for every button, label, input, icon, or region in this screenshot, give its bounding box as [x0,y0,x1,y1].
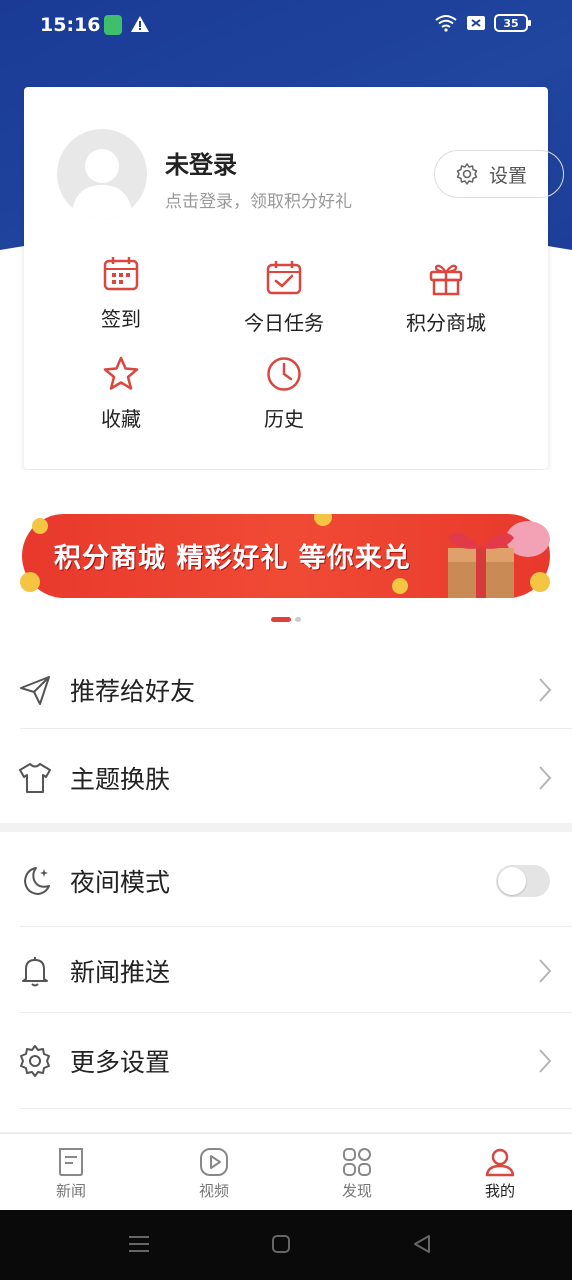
clock-icon [267,357,301,391]
app-notification-icon [104,15,122,35]
menu-item-label: 夜间模式 [70,868,171,897]
tab-label: 我的 [484,1182,515,1200]
tab-label: 新闻 [55,1182,86,1200]
login-prompt[interactable]: 点击登录，领取积分好礼 [165,187,352,212]
battery-indicator: 35 [494,14,531,32]
send-icon [20,676,50,705]
moon-icon [24,867,50,895]
home-icon[interactable] [271,1234,291,1254]
tab-video[interactable]: 视频 [164,1146,264,1201]
promo-banner[interactable]: 积分商城 精彩好礼 等你来兑 [18,508,554,598]
quick-action-label: 积分商城 [406,311,486,335]
menu-item-label: 新闻推送 [70,958,171,987]
profile-card: 未登录 点击登录，领取积分好礼 设置 签到 今日任务 积分商城 收藏 历史 [24,87,564,469]
quick-action-history[interactable]: 历史 [219,355,349,432]
divider [20,1108,572,1109]
quick-action-daily-tasks[interactable]: 今日任务 [219,259,349,336]
default-avatar-icon [71,149,133,219]
login-status-title[interactable]: 未登录 [165,145,237,180]
calendar-check-icon [266,261,302,295]
back-icon[interactable] [412,1234,432,1254]
settings-label: 设置 [489,164,528,187]
wifi-icon [435,15,457,32]
status-time: 15:16 [40,14,101,36]
chevron-right-icon [539,1049,552,1073]
bell-icon [22,957,48,987]
banner-pagination [0,617,572,622]
gift-icon [429,264,463,296]
menu-item-news-push[interactable]: 新闻推送 [0,926,572,1016]
news-icon [59,1148,83,1176]
star-icon [103,356,139,390]
quick-action-favorites[interactable]: 收藏 [56,355,186,432]
menu-item-label: 主题换肤 [70,765,171,794]
menu-item-label: 推荐给好友 [70,677,196,706]
menu-group-settings: 夜间模式 新闻推送 更多设置 [0,832,572,1132]
tab-profile[interactable]: 我的 [450,1146,550,1201]
menu-item-theme[interactable]: 主题换肤 [0,733,572,823]
pagination-dot[interactable] [295,617,301,622]
quick-action-label: 历史 [264,407,304,431]
menu-group-share: 推荐给好友 主题换肤 [0,645,572,823]
pagination-dot-active[interactable] [271,617,291,622]
chevron-right-icon [539,766,552,790]
menu-item-night-mode[interactable]: 夜间模式 [0,836,572,926]
toggle-knob [498,867,526,895]
tshirt-icon [19,763,51,793]
menu-icon[interactable] [128,1234,150,1254]
calendar-icon [103,257,139,291]
divider [20,728,572,729]
video-icon [200,1148,228,1176]
quick-action-label: 收藏 [101,407,141,431]
tab-news[interactable]: 新闻 [21,1146,121,1201]
gear-icon [456,163,478,185]
divider [20,1012,572,1013]
quick-action-label: 签到 [101,307,141,331]
quick-action-label: 今日任务 [244,311,324,335]
quick-action-checkin[interactable]: 签到 [56,255,186,332]
status-bar: 15:16 35 [0,0,572,52]
bottom-tab-bar: 新闻 视频 发现 我的 [0,1133,572,1210]
banner-section: 积分商城 精彩好礼 等你来兑 [0,470,572,645]
menu-item-more-settings[interactable]: 更多设置 [0,1016,572,1106]
gear-icon [20,1045,50,1077]
avatar[interactable] [57,129,147,219]
quick-action-points-mall[interactable]: 积分商城 [381,259,511,336]
chevron-right-icon [539,959,552,983]
profile-icon [485,1148,515,1177]
sim-off-icon [467,16,485,30]
banner-text: 积分商城 精彩好礼 等你来兑 [54,543,411,574]
warning-icon [131,16,149,32]
system-navigation-bar [0,1210,572,1280]
tab-discover[interactable]: 发现 [307,1146,407,1201]
discover-icon [343,1148,371,1176]
menu-item-recommend[interactable]: 推荐给好友 [0,645,572,735]
menu-item-label: 更多设置 [70,1048,171,1077]
night-mode-toggle[interactable] [496,865,550,897]
tab-label: 视频 [198,1182,229,1200]
tab-label: 发现 [341,1182,372,1200]
settings-button[interactable]: 设置 [434,150,564,198]
chevron-right-icon [539,678,552,702]
